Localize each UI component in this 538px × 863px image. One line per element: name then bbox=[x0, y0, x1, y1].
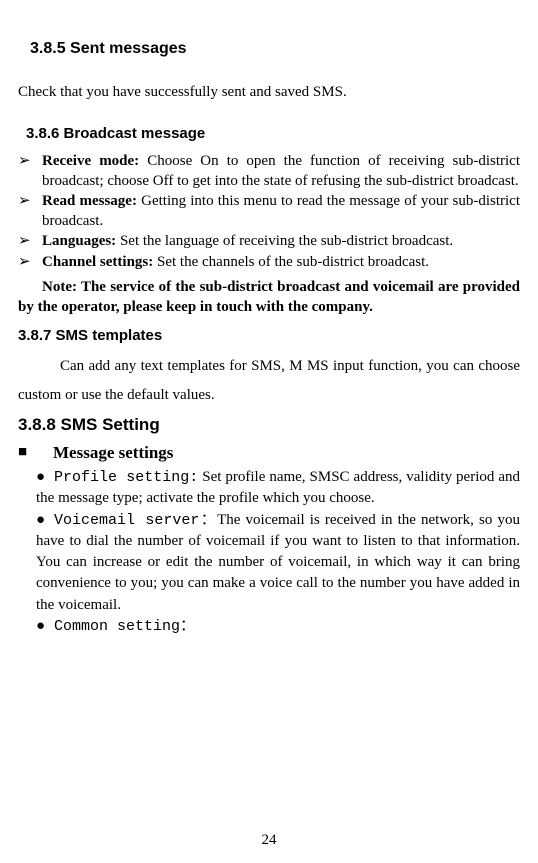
page-number: 24 bbox=[0, 832, 538, 849]
heading-sms-templates: 3.8.7 SMS templates bbox=[18, 327, 520, 344]
list-item: ➢Languages: Set the language of receivin… bbox=[18, 232, 520, 252]
bullet-icon: ● bbox=[36, 467, 54, 488]
broadcast-note: Note: The service of the sub-district br… bbox=[18, 278, 520, 317]
list-item: ➢Read message: Getting into this menu to… bbox=[18, 192, 520, 231]
arrow-icon: ➢ bbox=[18, 232, 42, 252]
square-icon: ■ bbox=[18, 444, 53, 461]
list-item: ●Voicemail server：The voicemail is recei… bbox=[18, 510, 520, 616]
bullet-icon: ● bbox=[36, 616, 54, 637]
item-label: Languages: bbox=[42, 233, 116, 249]
item-label-mono: Voicemail server： bbox=[54, 512, 217, 529]
heading-sent-messages: 3.8.5 Sent messages bbox=[30, 40, 520, 58]
bullet-icon: ● bbox=[36, 510, 54, 531]
body-sms-templates: Can add any text templates for SMS, M MS… bbox=[18, 352, 520, 409]
item-label: Channel settings: bbox=[42, 254, 153, 270]
item-body: Set the channels of the sub-district bro… bbox=[153, 254, 429, 270]
broadcast-list: ➢Receive mode: Choose On to open the fun… bbox=[18, 152, 520, 272]
item-label: Receive mode: bbox=[42, 153, 139, 169]
item-label-mono: Common setting： bbox=[54, 618, 195, 635]
arrow-icon: ➢ bbox=[18, 152, 42, 172]
list-item: ●Profile setting: Set profile name, SMSC… bbox=[18, 467, 520, 510]
item-label: Read message: bbox=[42, 193, 137, 209]
sub-heading-text: Message settings bbox=[53, 443, 173, 462]
list-item: ➢Channel settings: Set the channels of t… bbox=[18, 253, 520, 273]
list-item: ➢Receive mode: Choose On to open the fun… bbox=[18, 152, 520, 191]
sub-heading-message-settings: ■Message settings bbox=[18, 443, 520, 463]
arrow-icon: ➢ bbox=[18, 253, 42, 273]
heading-broadcast-message: 3.8.6 Broadcast message bbox=[26, 125, 520, 142]
item-body: Set the language of receiving the sub-di… bbox=[116, 233, 453, 249]
arrow-icon: ➢ bbox=[18, 192, 42, 212]
list-item: ●Common setting： bbox=[18, 616, 520, 637]
body-sent-messages: Check that you have successfully sent an… bbox=[18, 84, 520, 101]
heading-sms-setting: 3.8.8 SMS Setting bbox=[18, 415, 520, 435]
item-label-mono: Profile setting: bbox=[54, 469, 198, 486]
